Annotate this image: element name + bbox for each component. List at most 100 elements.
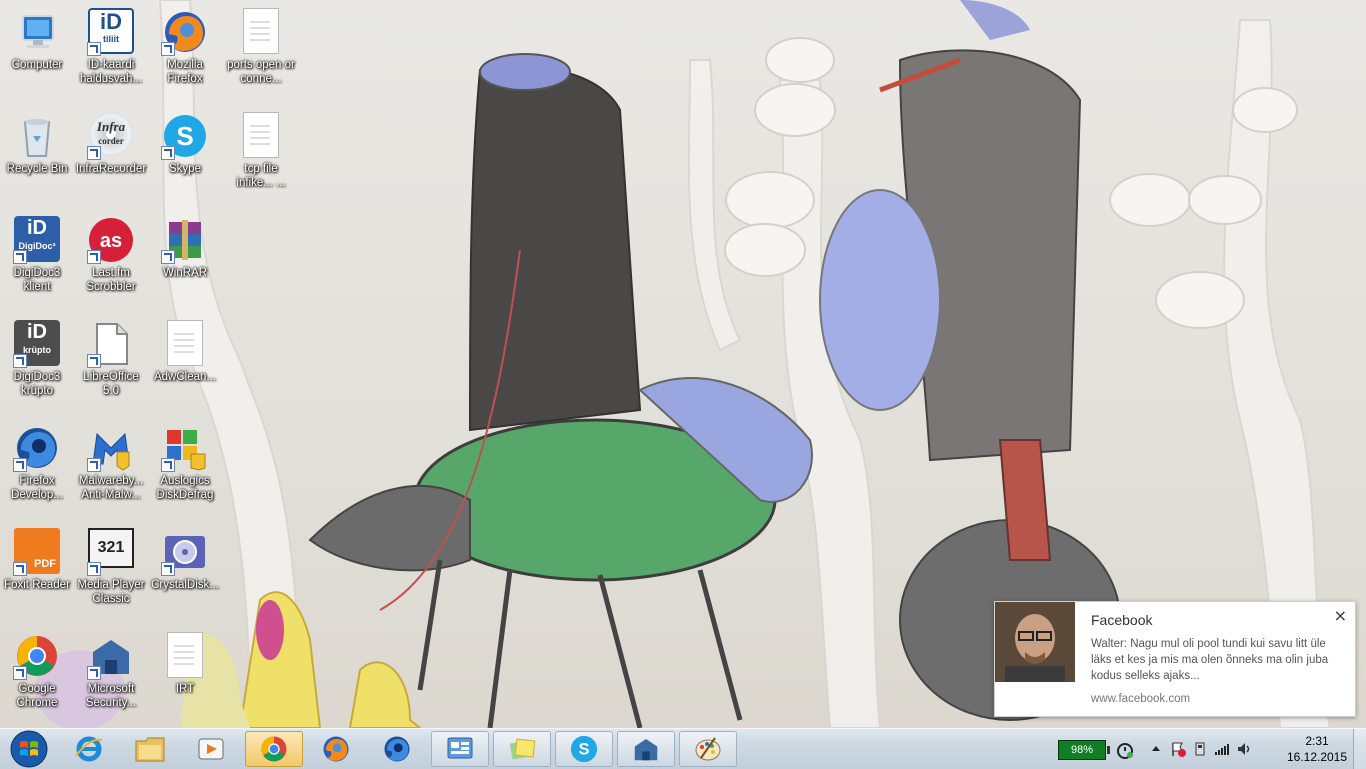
- desktop-icon-label: Skype: [169, 163, 201, 175]
- text-document-icon: [237, 112, 285, 160]
- network-signal-icon[interactable]: [1214, 741, 1230, 757]
- shortcut-arrow-icon: [87, 146, 101, 160]
- desktop-icon-ports-file[interactable]: ports open or conne...: [224, 0, 298, 100]
- infrarecorder-icon: Infra corder: [87, 112, 135, 160]
- desktop-icon-recycle-bin[interactable]: Recycle Bin: [0, 104, 74, 204]
- taskbar-internet-explorer[interactable]: [60, 731, 118, 767]
- desktop-icon-label: Recycle Bin: [6, 163, 68, 175]
- infra-logo-text: Infra: [96, 119, 126, 134]
- desktop-icon-digidoc3-krypto[interactable]: iD krüpto DigiDoc3 krüpto: [0, 312, 74, 412]
- sticky-notes-icon: [509, 738, 536, 760]
- desktop-icon-adwcleaner[interactable]: AdwClean...: [148, 312, 222, 412]
- firefox-developer-icon: [384, 736, 410, 762]
- desktop-icon-id-kaardi[interactable]: iD tiliit ID-kaardi haldusvah...: [74, 0, 148, 100]
- taskbar-sticky-notes[interactable]: [493, 731, 551, 767]
- chevron-up-icon[interactable]: [1148, 741, 1164, 757]
- desktop-icon-digidoc3-klient[interactable]: iD DigiDoc³ DigiDoc3 klient: [0, 208, 74, 308]
- folder-icon: [135, 737, 165, 762]
- internet-explorer-icon: [75, 736, 103, 762]
- desktop-icons: Computer iD tiliit ID-kaardi haldusvah...…: [0, 0, 300, 728]
- auslogics-defrag-icon: [161, 424, 209, 472]
- id-card-icon: iD tiliit: [87, 8, 135, 56]
- recycle-bin-icon: [13, 112, 61, 160]
- desktop-icon-label: Foxit Reader: [4, 579, 70, 591]
- desktop-icon-tcp-file[interactable]: tcp file infike... ...: [224, 104, 298, 204]
- desktop-icon-auslogics[interactable]: Auslogics DiskDefrag: [148, 416, 222, 516]
- taskbar-firefox-developer[interactable]: [368, 731, 426, 767]
- shortcut-arrow-icon: [161, 458, 175, 472]
- close-icon[interactable]: ×: [1334, 606, 1347, 625]
- desktop-icon-libreoffice[interactable]: LibreOffice 5.0: [74, 312, 148, 412]
- taskbar-media-player[interactable]: [182, 731, 240, 767]
- svg-text:S: S: [176, 121, 193, 151]
- svg-text:as: as: [100, 230, 122, 252]
- shortcut-arrow-icon: [161, 146, 175, 160]
- foxit-reader-icon: PDF: [13, 528, 61, 576]
- desktop-icon-malwarebytes[interactable]: Malwareby... Anti-Malw...: [74, 416, 148, 516]
- shortcut-arrow-icon: [13, 458, 27, 472]
- desktop-icon-label: Computer: [11, 59, 63, 71]
- shortcut-arrow-icon: [13, 354, 27, 368]
- crystaldisk-icon: [161, 528, 209, 576]
- shortcut-arrow-icon: [87, 250, 101, 264]
- sender-avatar: [995, 602, 1075, 682]
- start-button[interactable]: [3, 730, 55, 768]
- desktop-icon-google-chrome[interactable]: Google Chrome: [0, 624, 74, 724]
- desktop-icon-label: Malwareby... Anti-Malw...: [78, 475, 144, 501]
- taskbar-google-chrome[interactable]: [245, 731, 303, 767]
- taskbar-microsoft-security[interactable]: [617, 731, 675, 767]
- clock-time: 2:31: [1305, 734, 1329, 748]
- taskbar-control-panel[interactable]: [431, 731, 489, 767]
- notification-source[interactable]: www.facebook.com: [1091, 693, 1190, 705]
- battery-indicator[interactable]: 98%: [1058, 740, 1110, 760]
- taskbar-windows-explorer[interactable]: [121, 731, 179, 767]
- shortcut-arrow-icon: [87, 354, 101, 368]
- shortcut-arrow-icon: [87, 562, 101, 576]
- clock-date: 16.12.2015: [1286, 750, 1348, 764]
- notification-body: Walter: Nagu mul oli pool tundi kui savu…: [1091, 638, 1329, 682]
- skype-icon: S: [570, 735, 598, 763]
- desktop-icon-computer[interactable]: Computer: [0, 0, 74, 100]
- desktop-icon-microsoft-security[interactable]: Microsoft Security...: [74, 624, 148, 724]
- taskbar-firefox[interactable]: [307, 731, 365, 767]
- lastfm-icon: as: [87, 216, 135, 264]
- desktop-icon-firefox[interactable]: Mozilla Firefox: [148, 0, 222, 100]
- desktop-icon-winrar[interactable]: WinRAR: [148, 208, 222, 308]
- desktop-icon-label: LibreOffice 5.0: [83, 371, 139, 397]
- desktop-icon-lastfm[interactable]: as Last.fm Scrobbler: [74, 208, 148, 308]
- desktop-icon-foxit-reader[interactable]: PDF Foxit Reader: [0, 520, 74, 620]
- malwarebytes-icon: [87, 424, 135, 472]
- shortcut-arrow-icon: [161, 250, 175, 264]
- id-card-logo-text: iD: [100, 9, 122, 34]
- libreoffice-icon: [87, 320, 135, 368]
- desktop-icon-skype[interactable]: S Skype: [148, 104, 222, 204]
- show-desktop-button[interactable]: [1353, 729, 1366, 769]
- chrome-icon: [13, 632, 61, 680]
- desktop-icon-media-player-classic[interactable]: 321 Media Player Classic: [74, 520, 148, 620]
- desktop-icon-crystaldisk[interactable]: CrystalDisk...: [148, 520, 222, 620]
- desktop-icon-firefox-developer[interactable]: Firefox Develop...: [0, 416, 74, 516]
- usb-device-icon[interactable]: [1192, 741, 1208, 757]
- desktop-icon-infrarecorder[interactable]: Infra corder InfraRecorder: [74, 104, 148, 204]
- desktop-icon-label: InfraRecorder: [75, 163, 147, 175]
- desktop-icon-label: Last.fm Scrobbler: [86, 267, 136, 293]
- shortcut-arrow-icon: [87, 458, 101, 472]
- desktop-icon-label: DigiDoc3 krüpto: [13, 371, 61, 397]
- desktop-icon-irt[interactable]: IRT: [148, 624, 222, 724]
- desktop-icon-label: Media Player Classic: [77, 579, 145, 605]
- digidoc-icon: iD DigiDoc³: [13, 216, 61, 264]
- action-center-flag-icon[interactable]: [1170, 741, 1186, 757]
- desktop-icon-label: Auslogics DiskDefrag: [156, 475, 214, 501]
- volume-icon[interactable]: [1236, 741, 1252, 757]
- shortcut-arrow-icon: [161, 562, 175, 576]
- clock[interactable]: 2:31 16.12.2015: [1286, 733, 1348, 765]
- microsoft-security-icon: [87, 632, 135, 680]
- desktop-icon-label: CrystalDisk...: [151, 579, 219, 591]
- taskbar-skype[interactable]: S: [555, 731, 613, 767]
- facebook-notification[interactable]: Facebook Walter: Nagu mul oli pool tundi…: [994, 601, 1356, 717]
- taskbar-paint[interactable]: [679, 731, 737, 767]
- shortcut-arrow-icon: [87, 42, 101, 56]
- winrar-icon: [161, 216, 209, 264]
- timer-icon[interactable]: [1116, 741, 1134, 759]
- media-player-classic-icon: 321: [87, 528, 135, 576]
